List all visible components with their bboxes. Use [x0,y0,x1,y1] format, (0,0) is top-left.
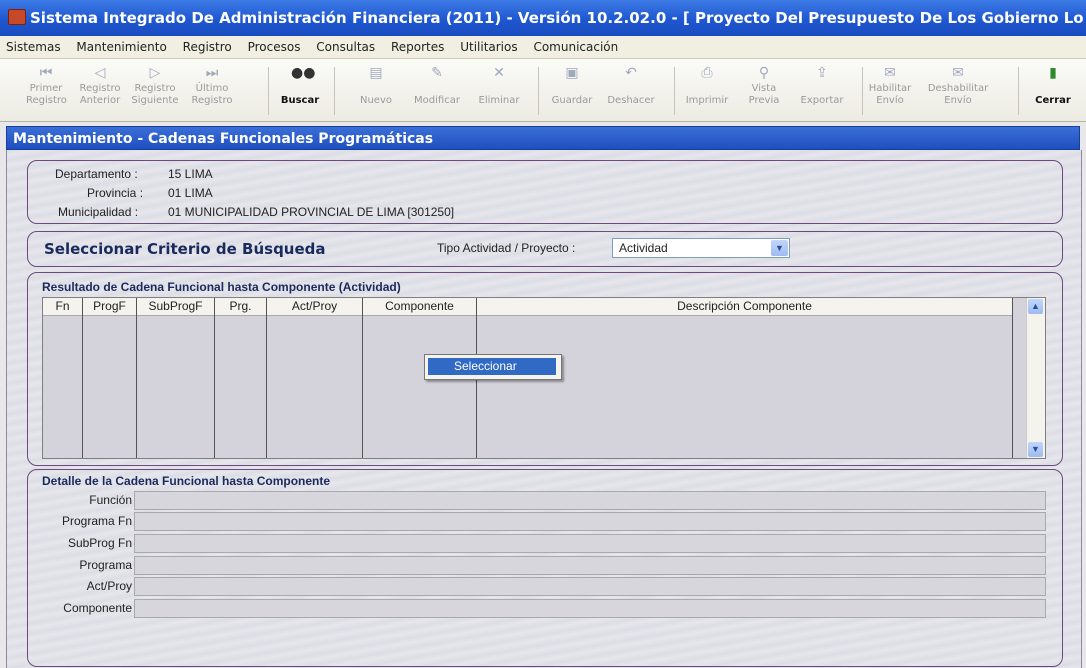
componente-label: Componente [63,601,132,615]
delete-button[interactable]: ✕ Eliminar [476,65,522,107]
next-record-button[interactable]: ▷ Registro Siguiente [130,65,180,107]
magnifier-icon: ⚲ [758,65,770,81]
toolbar-separator [862,67,863,115]
save-icon: ▣ [565,65,579,81]
previous-record-button[interactable]: ◁ Registro Anterior [76,65,124,107]
binoculars-icon: ●● [291,65,316,81]
toolbar-separator [1018,67,1019,115]
undo-icon: ↶ [625,65,637,81]
tipo-actividad-select[interactable]: Actividad ▼ [612,238,790,258]
menu-bar: Sistemas Mantenimiento Registro Procesos… [0,36,1086,59]
disable-send-button[interactable]: ✉ Deshabilitar Envío [924,65,992,107]
edit-icon: ✎ [431,65,443,81]
subprog-fn-field[interactable] [134,534,1046,553]
envelope-icon: ✉ [952,65,964,81]
previous-icon: ◁ [94,65,106,81]
funcion-field[interactable] [134,491,1046,510]
grid-column [43,298,83,458]
search-button[interactable]: ●● Buscar [276,65,324,107]
scroll-down-icon[interactable]: ▼ [1028,442,1043,457]
detail-row-componente: Componente [34,599,1048,619]
enable-send-button[interactable]: ✉ Habilitar Envío [866,65,914,107]
first-record-button[interactable]: ⏮ Primer Registro [26,65,67,107]
chevron-down-icon[interactable]: ▼ [771,240,788,256]
subprog-fn-label: SubProg Fn [67,536,132,550]
menu-registro[interactable]: Registro [177,36,238,58]
toolbar-separator [674,67,675,115]
delete-icon: ✕ [493,65,505,81]
detail-row-subprog-fn: SubProg Fn [34,534,1048,554]
menu-reportes[interactable]: Reportes [385,36,450,58]
programa-field[interactable] [134,556,1046,575]
context-menu: Seleccionar [424,354,562,380]
printer-icon: ⎙ [701,65,713,81]
provincia-value: 01 LIMA [168,186,213,200]
detail-title: Detalle de la Cadena Funcional hasta Com… [42,474,331,488]
detail-row-funcion: Función [34,491,1048,511]
context-menu-seleccionar[interactable]: Seleccionar [428,358,556,375]
export-button[interactable]: ⇪ Exportar [796,65,848,107]
window-title: Sistema Integrado De Administración Fina… [30,9,1084,27]
results-title: Resultado de Cadena Funcional hasta Comp… [42,280,401,294]
menu-sistemas[interactable]: Sistemas [0,36,67,58]
envelope-icon: ✉ [884,65,896,81]
vertical-scrollbar[interactable]: ▲ ▼ [1026,298,1045,458]
detail-row-programa-fn: Programa Fn [34,512,1048,532]
grid-column [83,298,137,458]
programa-label: Programa [79,558,132,572]
save-button[interactable]: ▣ Guardar [550,65,594,107]
provincia-label: Provincia : [87,186,144,200]
app-icon [8,9,26,25]
detail-row-programa: Programa [34,556,1048,576]
menu-mantenimiento[interactable]: Mantenimiento [70,36,172,58]
menu-utilitarios[interactable]: Utilitarios [454,36,523,58]
grid-column [267,298,363,458]
new-document-icon: ▤ [369,65,383,81]
departamento-value: 15 LIMA [168,167,213,181]
undo-button[interactable]: ↶ Deshacer [604,65,658,107]
scroll-up-icon[interactable]: ▲ [1028,299,1043,314]
new-button[interactable]: ▤ Nuevo [356,65,396,107]
municipalidad-label: Municipalidad : [58,205,139,219]
detail-row-act-proy: Act/Proy [34,577,1048,597]
departamento-label: Departamento : [55,167,138,181]
next-icon: ▷ [149,65,161,81]
exit-door-icon: ▮ [1049,65,1057,81]
tipo-actividad-value: Actividad [619,241,668,255]
act-proy-label: Act/Proy [86,579,132,593]
toolbar-separator [538,67,539,115]
grid-column [215,298,267,458]
act-proy-field[interactable] [134,577,1046,596]
toolbar-separator [334,67,335,115]
close-button[interactable]: ▮ Cerrar [1030,65,1076,107]
toolbar-separator [268,67,269,115]
componente-field[interactable] [134,599,1046,618]
toolbar: ⏮ Primer Registro ◁ Registro Anterior ▷ Re… [0,59,1086,122]
menu-procesos[interactable]: Procesos [242,36,307,58]
programa-fn-label: Programa Fn [61,514,132,528]
programa-fn-field[interactable] [134,512,1046,531]
search-criteria-title: Seleccionar Criterio de Búsqueda [44,240,326,258]
tipo-label: Tipo Actividad / Proyecto : [437,241,576,255]
last-record-icon: ⏭ [205,65,219,81]
export-icon: ⇪ [816,65,828,81]
panel-title: Mantenimiento - Cadenas Funcionales Prog… [6,126,1080,150]
first-record-icon: ⏮ [39,65,53,81]
grid-column [137,298,215,458]
print-button[interactable]: ⎙ Imprimir [682,65,732,107]
print-preview-button[interactable]: ⚲ Vista Previa [744,65,784,107]
menu-comunicacion[interactable]: Comunicación [527,36,624,58]
modify-button[interactable]: ✎ Modificar [410,65,464,107]
last-record-button[interactable]: ⏭ Último Registro [186,65,238,107]
municipalidad-value: 01 MUNICIPALIDAD PROVINCIAL DE LIMA [301… [168,205,455,219]
menu-consultas[interactable]: Consultas [310,36,381,58]
funcion-label: Función [89,493,132,507]
window-title-bar: Sistema Integrado De Administración Fina… [0,0,1086,36]
